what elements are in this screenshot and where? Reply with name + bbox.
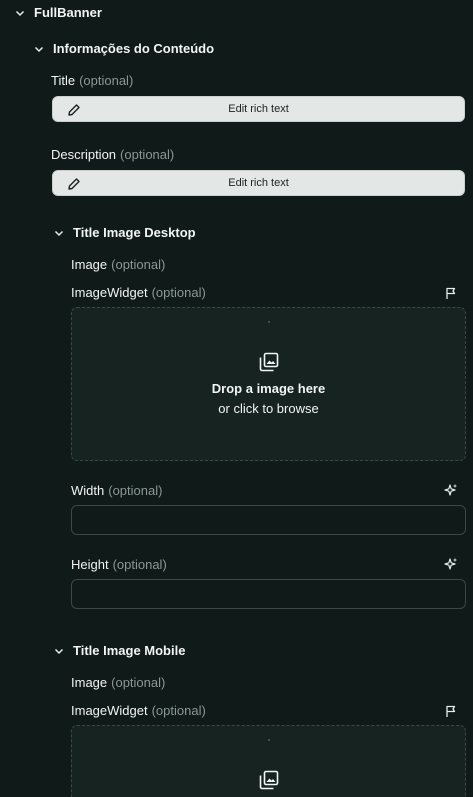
pencil-icon bbox=[67, 103, 81, 117]
chevron-down-icon bbox=[53, 227, 65, 239]
width-label-text: Width bbox=[71, 483, 105, 498]
title-field-label: Title (optional) bbox=[51, 73, 133, 88]
desktop-image-dropzone[interactable]: Drop a image here or click to browse bbox=[71, 307, 466, 461]
title-label-text: Title bbox=[51, 73, 76, 88]
optional-tag: (optional) bbox=[111, 257, 166, 272]
flag-icon[interactable] bbox=[445, 287, 457, 300]
height-label-text: Height bbox=[71, 557, 109, 572]
optional-tag: (optional) bbox=[111, 675, 166, 690]
height-input[interactable] bbox=[71, 579, 466, 609]
dropzone-subtitle: or click to browse bbox=[218, 401, 319, 416]
edit-rich-text-label: Edit rich text bbox=[228, 103, 289, 115]
mobile-imagewidget-label: ImageWidget (optional) bbox=[71, 703, 206, 718]
dropzone-dot bbox=[268, 739, 270, 741]
optional-tag: (optional) bbox=[79, 73, 134, 88]
optional-tag: (optional) bbox=[112, 557, 167, 572]
optional-tag: (optional) bbox=[151, 703, 206, 718]
optional-tag: (optional) bbox=[120, 147, 175, 162]
fullbanner-section-toggle[interactable]: FullBanner bbox=[14, 5, 102, 20]
edit-rich-text-label: Edit rich text bbox=[228, 177, 289, 189]
title-edit-rich-text-button[interactable]: Edit rich text bbox=[52, 96, 465, 122]
optional-tag: (optional) bbox=[151, 285, 206, 300]
mobile-section-toggle[interactable]: Title Image Mobile bbox=[53, 643, 185, 658]
width-field-label: Width (optional) bbox=[71, 483, 162, 498]
image-label-text: Image bbox=[71, 675, 108, 690]
imagewidget-label-text: ImageWidget bbox=[71, 703, 148, 718]
image-label-text: Image bbox=[71, 257, 108, 272]
dropzone-dot bbox=[268, 321, 270, 323]
description-edit-rich-text-button[interactable]: Edit rich text bbox=[52, 170, 465, 196]
mobile-image-label: Image (optional) bbox=[71, 675, 165, 690]
imagewidget-label-text: ImageWidget bbox=[71, 285, 148, 300]
sparkle-icon[interactable] bbox=[444, 557, 458, 571]
mobile-section-title: Title Image Mobile bbox=[73, 643, 186, 658]
desktop-section-toggle[interactable]: Title Image Desktop bbox=[53, 225, 196, 240]
dropzone-title: Drop a image here bbox=[211, 381, 326, 396]
chevron-down-icon bbox=[33, 43, 45, 55]
pencil-icon bbox=[67, 177, 81, 191]
flag-icon[interactable] bbox=[445, 705, 457, 718]
content-section-title: Informações do Conteúdo bbox=[53, 41, 215, 56]
chevron-down-icon bbox=[14, 7, 26, 19]
description-label-text: Description bbox=[51, 147, 117, 162]
width-input[interactable] bbox=[71, 505, 466, 535]
sparkle-icon[interactable] bbox=[444, 483, 458, 497]
fullbanner-title: FullBanner bbox=[34, 5, 102, 20]
desktop-imagewidget-label: ImageWidget (optional) bbox=[71, 285, 206, 300]
chevron-down-icon bbox=[53, 645, 65, 657]
desktop-image-label: Image (optional) bbox=[71, 257, 165, 272]
height-field-label: Height (optional) bbox=[71, 557, 167, 572]
mobile-image-dropzone[interactable] bbox=[71, 725, 466, 797]
desktop-section-title: Title Image Desktop bbox=[73, 225, 196, 240]
optional-tag: (optional) bbox=[108, 483, 163, 498]
image-gallery-icon bbox=[259, 770, 279, 790]
description-field-label: Description (optional) bbox=[51, 147, 174, 162]
image-gallery-icon bbox=[259, 352, 279, 372]
content-section-toggle[interactable]: Informações do Conteúdo bbox=[33, 41, 214, 56]
